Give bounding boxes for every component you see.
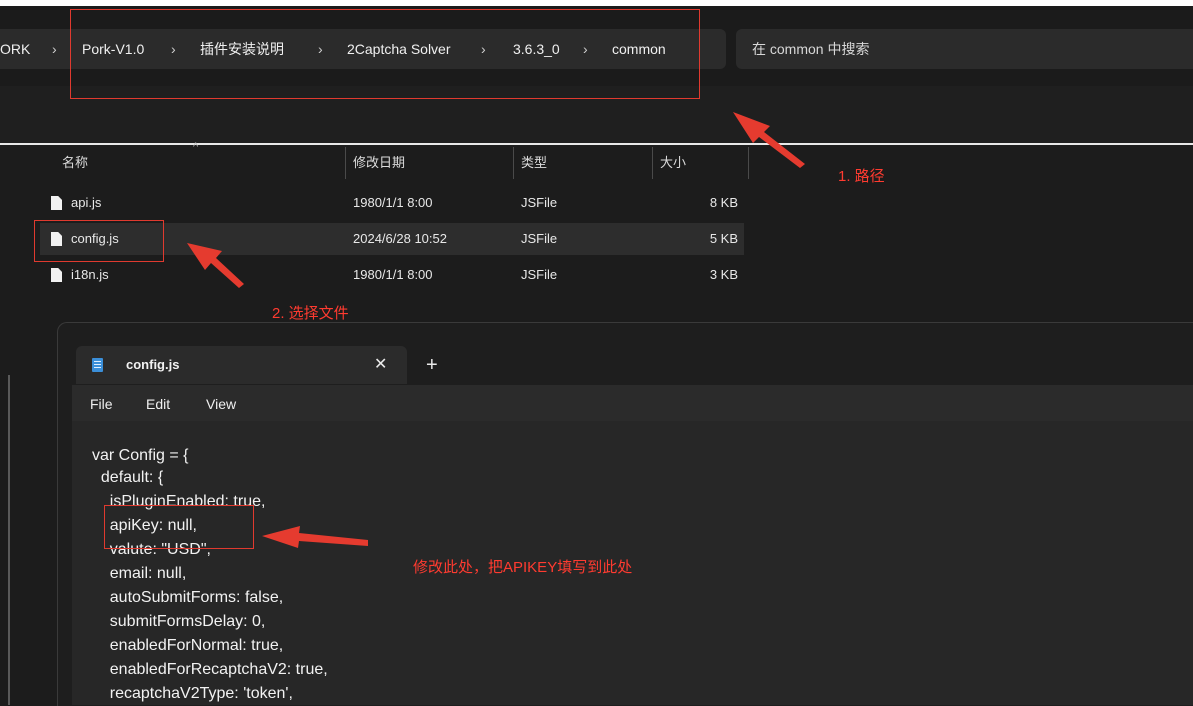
- arrow-file-icon: [187, 243, 244, 288]
- annotation-select-label: 2. 选择文件: [272, 305, 349, 322]
- annotation-modify-label: 修改此处，把APIKEY填写到此处: [413, 559, 633, 576]
- annotation-path-label: 1. 路径: [838, 168, 885, 185]
- arrow-path-icon: [733, 112, 805, 168]
- annotation-arrows: [187, 112, 805, 548]
- arrow-apikey-icon: [262, 526, 368, 548]
